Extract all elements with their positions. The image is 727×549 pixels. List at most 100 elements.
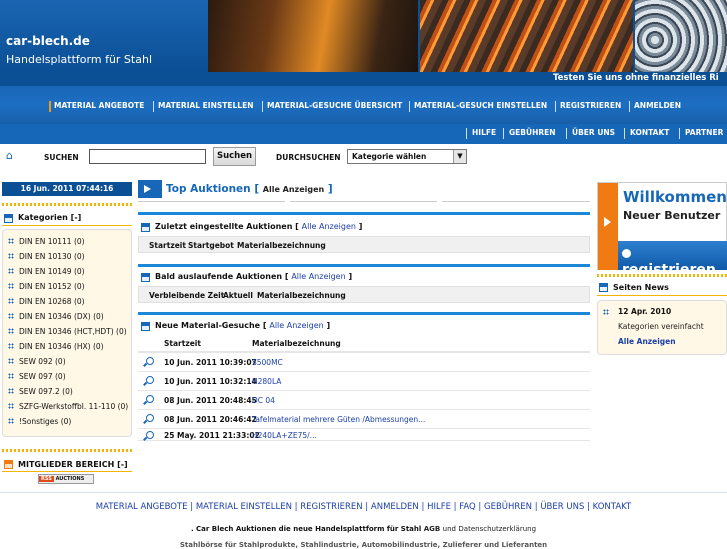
magnifier-icon[interactable] (146, 376, 154, 384)
list-item[interactable]: SEW 097.2 (0) (8, 387, 73, 396)
play-icon (138, 180, 162, 198)
nav-partner[interactable]: PARTNER (678, 128, 723, 139)
list-item[interactable]: DIN EN 10346 (DX) (0) (8, 312, 104, 321)
top-auctions-header: Top Auktionen [ Alle Anzeigen ] (138, 180, 590, 200)
top-auctions-all-link[interactable]: Alle Anzeigen (263, 185, 324, 194)
footer-link-hilfe[interactable]: HILFE (427, 502, 451, 512)
header-photo-furnace (208, 0, 418, 72)
category-link[interactable]: DIN EN 10346 (HCT,HDT) (0) (19, 327, 127, 336)
magnifier-icon[interactable] (146, 357, 154, 365)
category-select[interactable]: Kategorie wählen ▼ (347, 149, 467, 164)
arrow-icon (622, 249, 631, 258)
ending-auctions-header: Bald auslaufende Auktionen [ Alle Anzeig… (138, 270, 590, 284)
nav-registrieren[interactable]: REGISTRIEREN (554, 101, 621, 112)
footer-link-anmelden[interactable]: ANMELDEN (371, 502, 419, 512)
category-link[interactable]: !Sonstiges (0) (19, 417, 71, 426)
home-icon[interactable]: ⌂ (6, 149, 13, 162)
footer-link-gebuehren[interactable]: GEBÜHREN (484, 502, 532, 512)
nav-kontakt[interactable]: KONTAKT (623, 128, 669, 139)
nav-gebuehren[interactable]: GEBÜHREN (503, 128, 556, 139)
nav-material-gesuche-uebersicht[interactable]: MATERIAL-GESUCHE ÜBERSICHT (261, 101, 402, 112)
category-link[interactable]: DIN EN 10111 (0) (19, 237, 85, 246)
footer-link-kontakt[interactable]: KONTAKT (593, 502, 632, 512)
list-item[interactable]: DIN EN 10111 (0) (8, 237, 85, 246)
welcome-banner[interactable]: Willkommen Neuer Benutzer registrieren (597, 182, 727, 278)
requests-all-link[interactable]: Alle Anzeigen (269, 321, 323, 330)
request-material-link[interactable]: DC 04 (252, 396, 275, 405)
footer-nav: MATERIAL ANGEBOTE | MATERIAL EINSTELLEN … (95, 502, 632, 512)
column-header: Materialbezeichnung (252, 339, 341, 348)
ending-all-link[interactable]: Alle Anzeigen (291, 272, 345, 281)
nav-hilfe[interactable]: HILFE (465, 128, 496, 139)
register-button[interactable]: registrieren (618, 241, 727, 278)
footer-link-material-einstellen[interactable]: MATERIAL EINSTELLEN (196, 502, 292, 512)
category-link[interactable]: DIN EN 10149 (0) (19, 267, 85, 276)
list-item[interactable]: DIN EN 10152 (0) (8, 282, 85, 291)
magnifier-icon[interactable] (146, 414, 154, 422)
category-link[interactable]: SEW 097 (0) (19, 372, 66, 381)
table-row[interactable]: 25 May. 2011 21:33:02 H240LA+ZE75/... (138, 428, 590, 441)
search-input[interactable] (89, 149, 206, 164)
categories-header[interactable]: Kategorien [-] (2, 210, 132, 226)
table-row[interactable]: 10 Jun. 2011 10:32:14 H280LA (138, 371, 590, 390)
search-label: SUCHEN (44, 153, 79, 162)
request-material-link[interactable]: Tafelmaterial mehrere Güten /Abmessungen… (252, 415, 425, 424)
category-link[interactable]: SEW 097.2 (0) (19, 387, 73, 396)
nav-ueber-uns[interactable]: ÜBER UNS (565, 128, 615, 139)
table-row[interactable]: 08 Jun. 2011 20:46:42 Tafelmaterial mehre… (138, 409, 590, 428)
category-link[interactable]: DIN EN 10346 (DX) (0) (19, 312, 104, 321)
auctions-label: AUCTIONS (55, 476, 85, 482)
news-item-link[interactable]: Kategorien vereinfacht (618, 322, 704, 331)
category-link[interactable]: SZFG-Werkstoffbl. 11-110 (0) (19, 402, 128, 411)
welcome-title: Willkommen (623, 188, 727, 206)
nav-material-einstellen[interactable]: MATERIAL EINSTELLEN (152, 101, 253, 112)
material-requests-header: Neue Material-Gesuche [ Alle Anzeigen ] (138, 319, 590, 333)
footer-privacy-link[interactable]: Datenschutzerklärung (458, 525, 536, 533)
list-item[interactable]: DIN EN 10346 (HCT,HDT) (0) (8, 327, 127, 336)
footer-link-faq[interactable]: FAQ (459, 502, 475, 512)
footer-link-material-angebote[interactable]: MATERIAL ANGEBOTE (96, 502, 188, 512)
footer-agb-link[interactable]: AGB (424, 525, 441, 533)
category-link[interactable]: DIN EN 10130 (0) (19, 252, 85, 261)
table-row[interactable]: 10 Jun. 2011 10:39:07 S500MC (138, 352, 590, 371)
magnifier-icon[interactable] (146, 395, 154, 403)
list-item[interactable]: !Sonstiges (0) (8, 417, 71, 426)
footer-keywords: Stahlbörse für Stahlprodukte, Stahlindus… (179, 541, 548, 549)
list-item[interactable]: DIN EN 10268 (0) (8, 297, 85, 306)
table-row[interactable]: 08 Jun. 2011 20:48:45 DC 04 (138, 390, 590, 409)
list-item[interactable]: SEW 097 (0) (8, 372, 66, 381)
window-icon (4, 460, 13, 469)
magnifier-icon[interactable] (146, 431, 154, 439)
rss-label: RSS (39, 476, 54, 482)
logo[interactable]: car-blech.de Handelsplattform für Stahl (0, 0, 208, 72)
recent-auctions-section: Zuletzt eingestellte Auktionen [ Alle An… (138, 220, 590, 260)
list-item[interactable]: DIN EN 10130 (0) (8, 252, 85, 261)
request-material-link[interactable]: H280LA (252, 377, 281, 386)
category-link[interactable]: DIN EN 10152 (0) (19, 282, 85, 291)
footer-link-ueber-uns[interactable]: ÜBER UNS (540, 502, 584, 512)
nav-material-angebote[interactable]: MATERIAL ANGEBOTE (48, 101, 144, 112)
list-item[interactable]: DIN EN 10149 (0) (8, 267, 85, 276)
list-item[interactable]: DIN EN 10346 (HX) (0) (8, 342, 104, 351)
bullet-icon (8, 373, 14, 379)
rss-auctions-badge[interactable]: RSS AUCTIONS (38, 474, 94, 484)
nav-material-gesuch-einstellen[interactable]: MATERIAL-GESUCH EINSTELLEN (408, 101, 547, 112)
request-material-link[interactable]: S500MC (252, 358, 283, 367)
header-photo-steel-rolling (420, 0, 633, 72)
category-link[interactable]: SEW 092 (0) (19, 357, 66, 366)
chevron-down-icon[interactable]: ▼ (453, 150, 466, 163)
nav-anmelden[interactable]: ANMELDEN (628, 101, 681, 112)
footer-link-registrieren[interactable]: REGISTRIEREN (300, 502, 362, 512)
list-item[interactable]: SZFG-Werkstoffbl. 11-110 (0) (8, 402, 128, 411)
category-link[interactable]: DIN EN 10268 (0) (19, 297, 85, 306)
news-all-link[interactable]: Alle Anzeigen (618, 337, 676, 346)
categories-title: Kategorien [-] (18, 213, 82, 222)
recent-all-link[interactable]: Alle Anzeigen (302, 222, 356, 231)
category-link[interactable]: DIN EN 10346 (HX) (0) (19, 342, 104, 351)
request-material-link[interactable]: H240LA+ZE75/... (252, 431, 317, 440)
bullet-icon (8, 253, 14, 259)
search-button[interactable]: Suchen (213, 147, 256, 166)
list-item[interactable]: SEW 092 (0) (8, 357, 66, 366)
bullet-icon (8, 298, 14, 304)
members-header[interactable]: MITGLIEDER BEREICH [-] (2, 456, 132, 472)
